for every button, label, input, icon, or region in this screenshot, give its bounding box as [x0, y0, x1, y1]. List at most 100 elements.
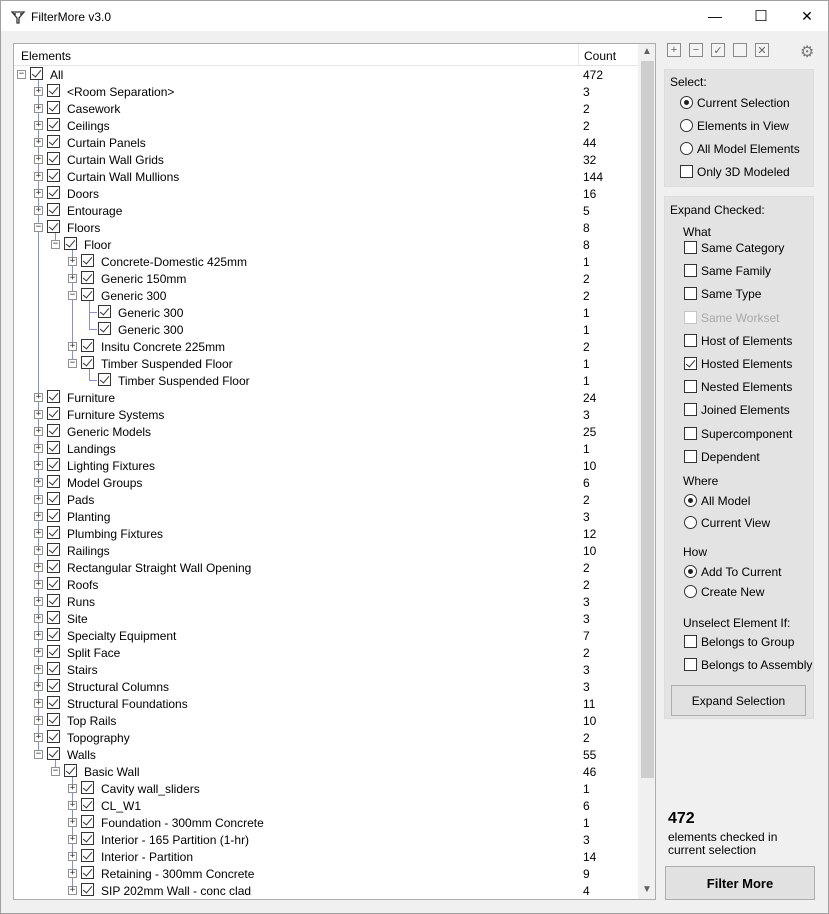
checkbox[interactable] [684, 426, 697, 440]
checkbox[interactable] [684, 357, 697, 370]
collapse-node-icon[interactable]: − [68, 359, 77, 368]
expand-node-icon[interactable]: + [34, 614, 43, 623]
tree-row[interactable]: + Curtain Wall Grids 32 [14, 151, 638, 168]
tree-row-checkbox[interactable] [47, 509, 60, 522]
tree-row-checkbox[interactable] [81, 883, 94, 896]
expand-node-icon[interactable]: + [68, 852, 77, 861]
collapse-node-icon[interactable]: − [34, 750, 43, 759]
tree-row-checkbox[interactable] [81, 781, 94, 794]
tree-row-checkbox[interactable] [81, 339, 94, 352]
tree-row-checkbox[interactable] [47, 475, 60, 488]
tree-row-checkbox[interactable] [81, 271, 94, 284]
tree-row[interactable]: + Pads 2 [14, 491, 638, 508]
tree-row[interactable]: + Site 3 [14, 610, 638, 627]
tree-row[interactable]: Timber Suspended Floor 1 [14, 372, 638, 389]
tree-row[interactable]: + CL_W1 6 [14, 797, 638, 814]
tree-row[interactable]: Generic 300 1 [14, 321, 638, 338]
expand-node-icon[interactable]: + [34, 172, 43, 181]
expand-node-icon[interactable]: + [34, 104, 43, 113]
tree-row-checkbox[interactable] [47, 696, 60, 709]
expand-node-icon[interactable]: + [34, 682, 43, 691]
expand-node-icon[interactable]: + [34, 138, 43, 147]
expand-node-icon[interactable]: + [34, 631, 43, 640]
tree-row-checkbox[interactable] [81, 815, 94, 828]
expand-all-icon[interactable]: + [667, 43, 681, 57]
checkbox[interactable] [680, 165, 693, 178]
tree-row[interactable]: + Model Groups 6 [14, 474, 638, 491]
checkbox[interactable] [684, 333, 697, 347]
tree-row-checkbox[interactable] [47, 730, 60, 743]
checkbox[interactable] [684, 449, 697, 463]
radio-button[interactable] [680, 96, 693, 109]
expand-node-icon[interactable]: + [68, 257, 77, 266]
tree-row-checkbox[interactable] [47, 390, 60, 403]
filter-more-button[interactable]: Filter More [665, 866, 815, 900]
tree-row[interactable]: Generic 300 1 [14, 304, 638, 321]
expand-node-icon[interactable]: + [34, 410, 43, 419]
vertical-scrollbar[interactable]: ▲ ▼ [638, 44, 655, 899]
tree-row[interactable]: + Furniture Systems 3 [14, 406, 638, 423]
expand-node-icon[interactable]: + [34, 733, 43, 742]
tree-row[interactable]: + Insitu Concrete 225mm 2 [14, 338, 638, 355]
expand-node-icon[interactable]: + [34, 597, 43, 606]
tree-row[interactable]: − Floors 8 [14, 219, 638, 236]
expand-node-icon[interactable]: + [34, 121, 43, 130]
collapse-node-icon[interactable]: − [51, 240, 60, 249]
tree-row[interactable]: + Plumbing Fixtures 12 [14, 525, 638, 542]
tree-row[interactable]: + Landings 1 [14, 440, 638, 457]
tree-row-checkbox[interactable] [47, 628, 60, 641]
expand-node-icon[interactable]: + [34, 512, 43, 521]
checkbox[interactable] [684, 380, 697, 394]
radio-button[interactable] [684, 585, 697, 598]
checkbox[interactable] [684, 635, 697, 648]
column-header-count[interactable]: Count [584, 49, 616, 63]
expand-node-icon[interactable]: + [34, 648, 43, 657]
tree-row[interactable]: + Split Face 2 [14, 644, 638, 661]
tree-row[interactable]: + Furniture 24 [14, 389, 638, 406]
tree-row-checkbox[interactable] [47, 492, 60, 505]
tree-row-checkbox[interactable] [47, 169, 60, 182]
tree-row-checkbox[interactable] [81, 798, 94, 811]
tree-row[interactable]: − Generic 300 2 [14, 287, 638, 304]
tree-row-checkbox[interactable] [47, 713, 60, 726]
tree-row[interactable]: + Casework 2 [14, 100, 638, 117]
expand-node-icon[interactable]: + [34, 461, 43, 470]
tree-row[interactable]: + Lighting Fixtures 10 [14, 457, 638, 474]
expand-node-icon[interactable]: + [34, 87, 43, 96]
tree-row[interactable]: + Stairs 3 [14, 661, 638, 678]
gear-icon[interactable]: ⚙ [800, 42, 814, 62]
expand-node-icon[interactable]: + [68, 801, 77, 810]
radio-button[interactable] [680, 119, 693, 132]
tree-row-checkbox[interactable] [47, 152, 60, 165]
expand-node-icon[interactable]: + [34, 393, 43, 402]
tree-row[interactable]: + Railings 10 [14, 542, 638, 559]
tree-row-checkbox[interactable] [98, 373, 111, 386]
tree-row[interactable]: + Rectangular Straight Wall Opening 2 [14, 559, 638, 576]
checkbox[interactable] [684, 264, 697, 278]
tree-row-checkbox[interactable] [98, 322, 111, 335]
expand-node-icon[interactable]: + [34, 716, 43, 725]
tree-row[interactable]: + Curtain Panels 44 [14, 134, 638, 151]
tree-row-checkbox[interactable] [47, 645, 60, 658]
expand-node-icon[interactable]: + [68, 342, 77, 351]
expand-node-icon[interactable]: + [34, 563, 43, 572]
tree-row[interactable]: + Top Rails 10 [14, 712, 638, 729]
tree-row[interactable]: + Doors 16 [14, 185, 638, 202]
tree-row[interactable]: − All 472 [14, 66, 638, 83]
tree-row-checkbox[interactable] [47, 611, 60, 624]
tree-row-checkbox[interactable] [47, 441, 60, 454]
uncheck-all-icon[interactable] [733, 43, 747, 57]
radio-button[interactable] [684, 494, 697, 507]
tree-row[interactable]: + Cavity wall_sliders 1 [14, 780, 638, 797]
expand-node-icon[interactable]: + [34, 206, 43, 215]
expand-node-icon[interactable]: + [34, 444, 43, 453]
tree-row[interactable]: − Basic Wall 46 [14, 763, 638, 780]
tree-row-checkbox[interactable] [47, 101, 60, 114]
maximize-button[interactable]: ☐ [738, 1, 784, 31]
tree-row[interactable]: + Generic Models 25 [14, 423, 638, 440]
radio-button[interactable] [684, 565, 697, 578]
tree-row[interactable]: + Structural Columns 3 [14, 678, 638, 695]
scrollbar-thumb[interactable] [641, 61, 654, 778]
expand-node-icon[interactable]: + [34, 478, 43, 487]
tree-row[interactable]: − Timber Suspended Floor 1 [14, 355, 638, 372]
